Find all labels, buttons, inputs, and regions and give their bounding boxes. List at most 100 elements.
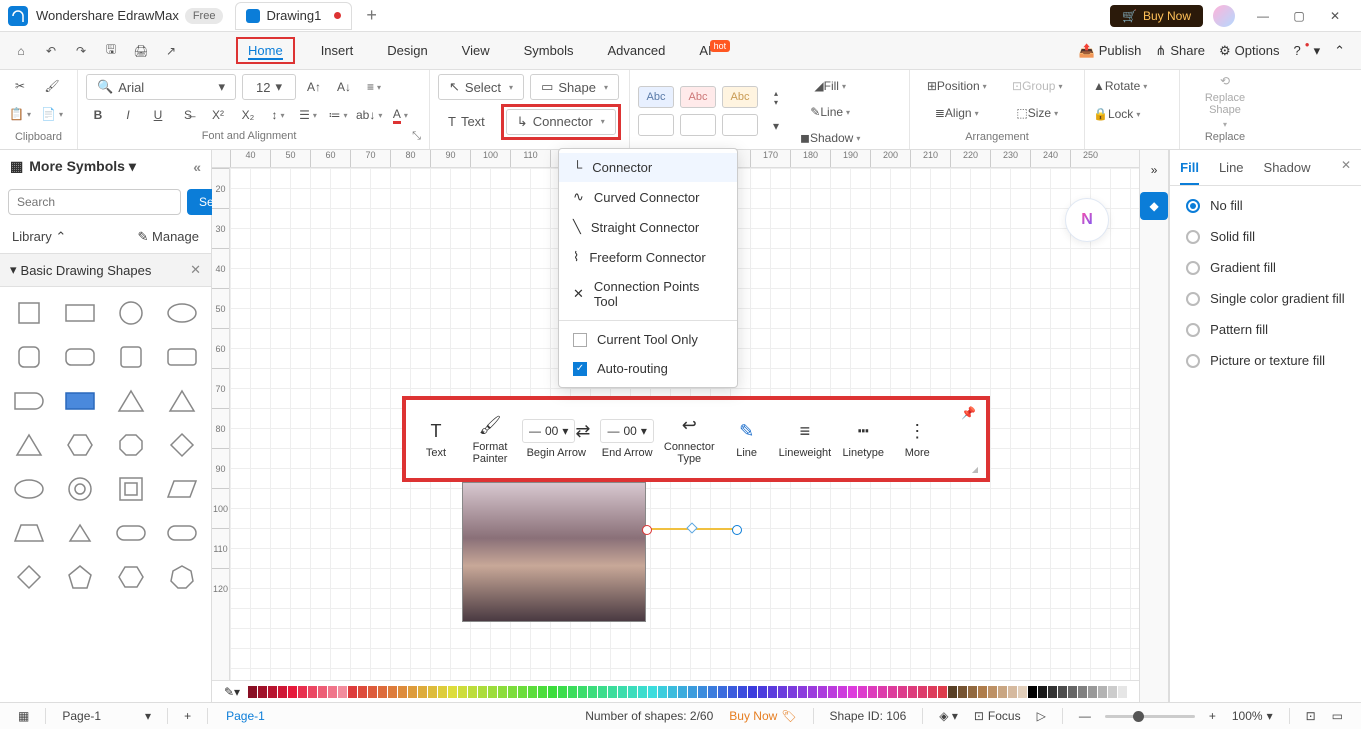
color-swatch[interactable] (498, 686, 507, 698)
color-swatch[interactable] (1078, 686, 1087, 698)
group-button[interactable]: ⊡ Group (999, 74, 1077, 98)
rtab-fill[interactable]: Fill (1180, 156, 1199, 185)
color-swatch[interactable] (958, 686, 967, 698)
size-button[interactable]: ⬚ Size (999, 101, 1077, 125)
shape-ellipse[interactable] (160, 295, 203, 331)
help-button[interactable]: ?● ▾ (1293, 43, 1320, 59)
color-swatch[interactable] (458, 686, 467, 698)
color-swatch[interactable] (1098, 686, 1107, 698)
paste-button[interactable]: 📄 (40, 102, 64, 126)
shape-square[interactable] (8, 295, 51, 331)
library-toggle[interactable]: Library ⌃ (12, 229, 66, 245)
color-swatch[interactable] (368, 686, 377, 698)
close-button[interactable]: ✕ (1317, 2, 1353, 30)
font-color[interactable]: A (388, 103, 412, 127)
color-swatch[interactable] (618, 686, 627, 698)
shape-parallelogram[interactable] (160, 471, 203, 507)
color-swatch[interactable] (288, 686, 297, 698)
color-swatch[interactable] (1018, 686, 1027, 698)
add-page[interactable]: + (184, 709, 191, 723)
color-swatch[interactable] (778, 686, 787, 698)
category-caret[interactable]: ▾ (10, 262, 17, 278)
color-swatch[interactable] (388, 686, 397, 698)
style-swatch-4[interactable] (638, 114, 674, 136)
style-swatch-2[interactable]: Abc (680, 86, 716, 108)
superscript-button[interactable]: X² (206, 103, 230, 127)
color-swatch[interactable] (858, 686, 867, 698)
bullets-button[interactable]: ≔ (326, 103, 350, 127)
underline-button[interactable]: U (146, 103, 170, 127)
color-swatch[interactable] (948, 686, 957, 698)
pin-icon[interactable]: 📌 (961, 406, 976, 420)
shape-pill[interactable] (110, 515, 153, 551)
conn-curved[interactable]: ∿Curved Connector (559, 182, 737, 212)
style-swatch-6[interactable] (722, 114, 758, 136)
color-swatch[interactable] (788, 686, 797, 698)
lock-button[interactable]: 🔒 Lock (1093, 102, 1140, 126)
color-swatch[interactable] (548, 686, 557, 698)
ft-line[interactable]: ✎Line (725, 419, 769, 459)
bold-button[interactable]: B (86, 103, 110, 127)
shape-donut[interactable] (59, 471, 102, 507)
share-button[interactable]: ⋔ Share (1155, 43, 1205, 59)
color-swatch[interactable] (258, 686, 267, 698)
style-more[interactable]: ▴▾ (764, 86, 788, 110)
ft-linetype[interactable]: ┅Linetype (841, 419, 885, 459)
cut-button[interactable]: ✂ (8, 74, 32, 98)
color-swatch[interactable] (808, 686, 817, 698)
zoom-in[interactable]: + (1209, 709, 1216, 723)
connector-tool[interactable]: ↳ Connector (506, 109, 616, 135)
page-selector[interactable]: Page-1 ▾ (62, 709, 151, 723)
document-tab[interactable]: Drawing1 (235, 2, 352, 30)
color-swatch[interactable] (678, 686, 687, 698)
color-swatch[interactable] (938, 686, 947, 698)
color-swatch[interactable] (848, 686, 857, 698)
export-button[interactable]: ↗ (156, 36, 186, 66)
color-swatch[interactable] (758, 686, 767, 698)
color-swatch[interactable] (598, 686, 607, 698)
color-swatch[interactable] (1108, 686, 1117, 698)
color-swatch[interactable] (978, 686, 987, 698)
minimize-button[interactable]: — (1245, 2, 1281, 30)
select-tool[interactable]: ↖ Select (438, 74, 524, 100)
maximize-button[interactable]: ▢ (1281, 2, 1317, 30)
ai-assistant-bubble[interactable]: N (1065, 198, 1109, 242)
layers-icon[interactable]: ◈ ▾ (939, 709, 958, 723)
conn-points[interactable]: ✕Connection Points Tool (559, 272, 737, 316)
font-selector[interactable]: 🔍 Arial▾ (86, 74, 236, 100)
rtab-shadow[interactable]: Shadow (1264, 156, 1311, 185)
shape-triangle[interactable] (110, 383, 153, 419)
add-tab-button[interactable]: + (360, 5, 383, 26)
shape-diamond[interactable] (160, 427, 203, 463)
style-expand[interactable]: ▾ (764, 114, 788, 138)
ft-lineweight[interactable]: ≡Lineweight (779, 419, 832, 459)
play-icon[interactable]: ▷ (1037, 709, 1046, 723)
color-swatch[interactable] (558, 686, 567, 698)
user-avatar[interactable] (1213, 5, 1235, 27)
font-size-selector[interactable]: 12 ▾ (242, 74, 296, 100)
color-swatch[interactable] (268, 686, 277, 698)
line-style-button[interactable]: ✎ Line (800, 100, 860, 124)
shape-trap[interactable] (8, 515, 51, 551)
conn-straight[interactable]: ╲Straight Connector (559, 212, 737, 242)
zoom-slider[interactable] (1105, 715, 1195, 718)
color-swatch[interactable] (668, 686, 677, 698)
more-symbols-label[interactable]: More Symbols ▾ (29, 158, 136, 175)
color-swatch[interactable] (488, 686, 497, 698)
rotate-button[interactable]: ▲ Rotate (1093, 74, 1147, 98)
color-swatch[interactable] (448, 686, 457, 698)
color-swatch[interactable] (738, 686, 747, 698)
ft-text[interactable]: TText (414, 419, 458, 459)
color-swatch[interactable] (688, 686, 697, 698)
subscript-button[interactable]: X₂ (236, 103, 260, 127)
color-swatch[interactable] (988, 686, 997, 698)
shape-rhombus[interactable] (8, 559, 51, 595)
conn-freeform[interactable]: ⌇Freeform Connector (559, 242, 737, 272)
color-swatch[interactable] (798, 686, 807, 698)
color-swatch[interactable] (408, 686, 417, 698)
format-painter-button[interactable]: 🖌 (40, 74, 64, 98)
fit-page-icon[interactable]: ⊡ (1306, 709, 1316, 723)
tab-ai[interactable]: AIhot (691, 37, 740, 64)
options-button[interactable]: ⚙ Options (1219, 43, 1279, 59)
shape-hexagon[interactable] (59, 427, 102, 463)
